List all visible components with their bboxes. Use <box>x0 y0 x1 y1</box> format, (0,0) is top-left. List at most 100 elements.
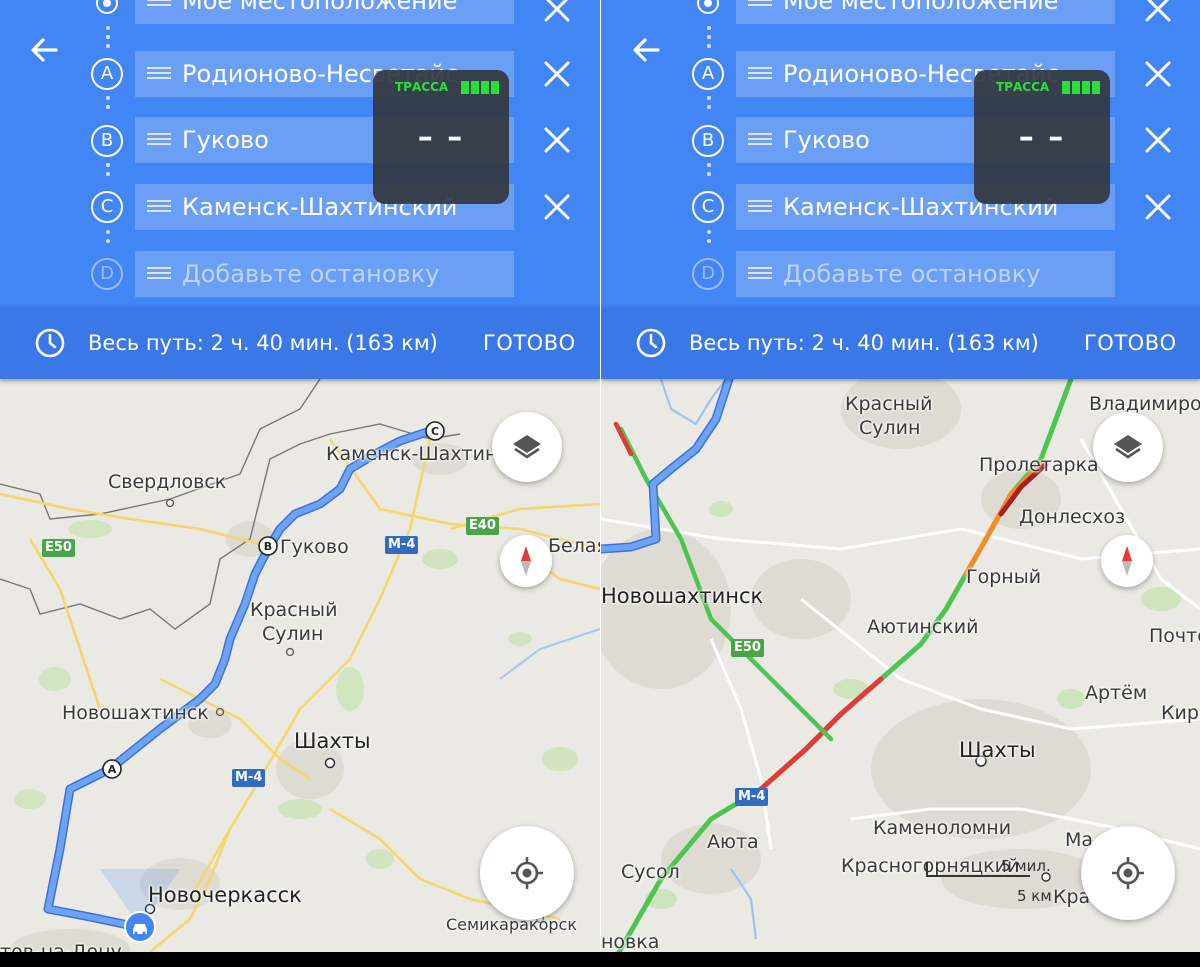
directions-header: A B C D Мое местоположение Родионово-Нес… <box>601 0 1200 307</box>
map-label: Горный <box>966 566 1042 588</box>
remove-origin-close-icon[interactable] <box>540 0 574 26</box>
route-connector <box>106 163 110 181</box>
speed-value: – – <box>417 120 465 155</box>
compass-button[interactable] <box>1101 535 1153 587</box>
road-shield: E50 <box>42 539 75 557</box>
map-label: Сулин <box>262 623 324 645</box>
compass-button[interactable] <box>500 535 552 587</box>
route-connector <box>106 26 110 53</box>
stop-a-marker: A <box>91 58 123 90</box>
origin-field[interactable]: Мое местоположение <box>135 0 514 24</box>
field-text: Мое местоположение <box>783 0 1059 15</box>
bottom-bar <box>0 952 1200 967</box>
drag-handle-icon[interactable] <box>147 267 171 281</box>
left-screen: A B C D Мое местоположение Родионово-Нес… <box>0 0 600 952</box>
route-total: Весь путь: 2 ч. 40 мин. (163 км) <box>689 331 1039 355</box>
map-label: Новочеркасск <box>148 883 302 907</box>
drag-handle-icon[interactable] <box>748 267 772 281</box>
stop-b-marker: B <box>692 125 724 157</box>
road-shield: E40 <box>466 517 499 535</box>
scale-miles: 5 мил. <box>1001 857 1051 875</box>
map-label: Шахты <box>959 738 1036 762</box>
map-layers-button[interactable] <box>492 412 562 482</box>
remove-stop-a-close-icon[interactable] <box>1141 57 1175 91</box>
drag-handle-icon[interactable] <box>748 200 772 214</box>
field-text: Гуково <box>783 126 870 154</box>
field-text: Мое местоположение <box>182 0 458 15</box>
route-connector <box>707 26 711 53</box>
route-summary-bar: Весь путь: 2 ч. 40 мин. (163 км) ГОТОВО <box>601 307 1200 379</box>
map-label: Красный <box>250 599 338 621</box>
drag-handle-icon[interactable] <box>147 133 171 147</box>
done-button[interactable]: ГОТОВО <box>483 329 576 357</box>
stop-c-marker: C <box>692 191 724 223</box>
drag-handle-icon[interactable] <box>147 200 171 214</box>
map-label: Гуково <box>280 536 349 558</box>
field-placeholder: Добавьте остановку <box>182 260 440 288</box>
map-label: Новошахтинск <box>62 702 209 724</box>
road-shield: M-4 <box>232 769 266 787</box>
map-label: Донлесхоз <box>1019 506 1126 528</box>
route-summary-bar: Весь путь: 2 ч. 40 мин. (163 км) ГОТОВО <box>0 307 600 379</box>
map-label: тов-на-Дону <box>0 941 122 952</box>
field-text: Гуково <box>182 126 269 154</box>
road-shield: E50 <box>731 639 764 657</box>
my-location-button[interactable] <box>480 826 574 920</box>
compass-icon <box>521 546 531 576</box>
map-label: Шахты <box>294 729 371 753</box>
map-label: Владимиров <box>1089 393 1200 415</box>
stop-b-marker: B <box>91 125 123 157</box>
route-connector <box>707 96 711 114</box>
map-label: Сусол <box>621 861 680 883</box>
map-label: Красный <box>845 393 933 415</box>
map-label: Белая <box>548 535 600 557</box>
speedometer-widget[interactable]: ТРАССА – – <box>373 70 509 204</box>
route-marker-b: B <box>264 540 272 553</box>
add-stop-field[interactable]: Добавьте остановку <box>736 251 1115 297</box>
map-label: новка <box>601 931 660 952</box>
speedometer-widget[interactable]: ТРАССА – – <box>974 70 1110 204</box>
map-view[interactable]: Красный Сулин Владимиров Пролетарка Донл… <box>601 379 1200 952</box>
map-label: Киро <box>1161 702 1200 724</box>
speed-widget-title: ТРАССА <box>996 80 1050 94</box>
remove-stop-b-close-icon[interactable] <box>1141 123 1175 157</box>
drag-handle-icon[interactable] <box>147 0 171 8</box>
road-shield: M-4 <box>385 536 419 554</box>
remove-stop-a-close-icon[interactable] <box>540 57 574 91</box>
stop-c-marker: C <box>91 191 123 223</box>
origin-field[interactable]: Мое местоположение <box>736 0 1115 24</box>
map-view[interactable]: A B C Свердловск Гуково Каменск-Шахтин К… <box>0 379 600 952</box>
remove-origin-close-icon[interactable] <box>1141 0 1175 26</box>
crosshair-icon <box>511 857 543 889</box>
layers-icon <box>513 435 541 459</box>
my-location-button[interactable] <box>1081 826 1175 920</box>
map-layers-button[interactable] <box>1093 412 1163 482</box>
route-connector <box>707 230 711 248</box>
stop-d-marker: D <box>91 258 123 290</box>
stop-a-marker: A <box>692 58 724 90</box>
remove-stop-b-close-icon[interactable] <box>540 123 574 157</box>
speed-value: – – <box>1018 120 1066 155</box>
drag-handle-icon[interactable] <box>748 67 772 81</box>
back-arrow-icon[interactable] <box>22 28 66 72</box>
crosshair-icon <box>1112 857 1144 889</box>
signal-strength-icon <box>461 81 499 94</box>
route-connector <box>707 163 711 181</box>
add-stop-field[interactable]: Добавьте остановку <box>135 251 514 297</box>
map-label: Почто <box>1149 625 1200 647</box>
remove-stop-c-close-icon[interactable] <box>1141 190 1175 224</box>
map-label: Каменск-Шахтин <box>326 443 498 465</box>
map-label: Свердловск <box>108 471 227 493</box>
done-button[interactable]: ГОТОВО <box>1084 329 1177 357</box>
clock-icon <box>35 328 65 358</box>
back-arrow-icon[interactable] <box>624 28 668 72</box>
route-marker-a: A <box>108 763 117 776</box>
map-label: Пролетарка <box>979 454 1099 476</box>
drag-handle-icon[interactable] <box>748 133 772 147</box>
layers-icon <box>1114 435 1142 459</box>
drag-handle-icon[interactable] <box>748 0 772 8</box>
drag-handle-icon[interactable] <box>147 67 171 81</box>
map-label: Новошахтинск <box>601 584 764 608</box>
stop-d-marker: D <box>692 258 724 290</box>
remove-stop-c-close-icon[interactable] <box>540 190 574 224</box>
